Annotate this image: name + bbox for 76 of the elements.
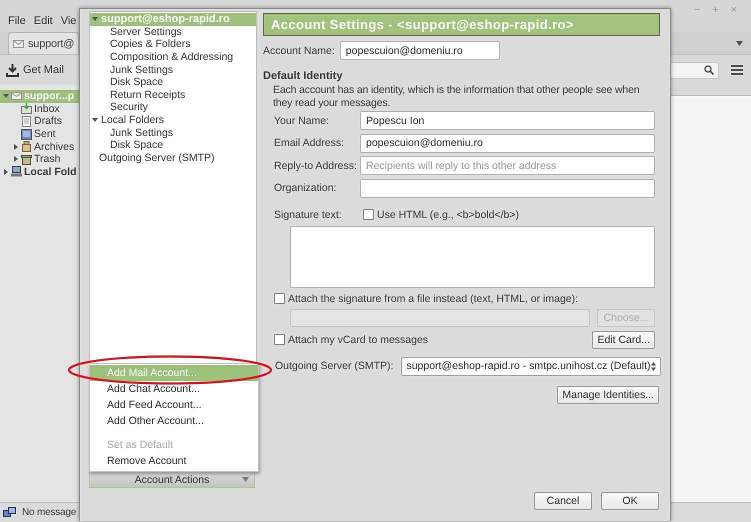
tree-item[interactable]: Security xyxy=(108,101,256,114)
tree-item[interactable]: Local Folders xyxy=(90,114,256,126)
server-dropdown[interactable]: support@eshop-rapid.ro - smtpc.unihost.cz (Default) xyxy=(401,356,661,376)
inbox-icon xyxy=(21,103,32,114)
expanded-triangle-icon[interactable] xyxy=(3,93,9,100)
menu-item[interactable]: Add Chat Account... xyxy=(90,381,258,397)
monitor-icon xyxy=(21,128,32,140)
folder-item[interactable]: Trash xyxy=(10,152,80,166)
checkbox[interactable] xyxy=(363,209,374,220)
tree-item[interactable]: Return Receipts xyxy=(108,88,256,102)
tree-item[interactable]: Junk Settings xyxy=(108,126,256,139)
envelope-icon xyxy=(11,90,22,102)
checkbox-label: Use HTML (e.g., <b>bold</b>) xyxy=(377,208,520,220)
envelope-icon xyxy=(13,40,24,48)
trash-icon xyxy=(21,154,32,165)
file-path-field[interactable] xyxy=(290,308,590,326)
checkbox-label: Attach the signature from a file instead (text, HTML, or image): xyxy=(288,292,578,304)
dialog-button[interactable]: Cancel xyxy=(534,492,592,510)
folder-item[interactable]: Drafts xyxy=(10,115,80,128)
menu-item[interactable]: Remove Account xyxy=(90,453,258,469)
caret-icon xyxy=(242,477,249,482)
checkbox[interactable] xyxy=(274,293,285,304)
document-icon xyxy=(21,116,32,127)
search-icon xyxy=(704,65,714,75)
account-actions-button[interactable]: Account Actions xyxy=(89,471,255,488)
folder-item[interactable]: Inbox xyxy=(10,102,80,116)
menu-item[interactable]: Add Other Account... xyxy=(90,413,258,429)
tree-item[interactable]: Outgoing Server (SMTP) xyxy=(90,152,256,164)
collapsed-triangle-icon[interactable] xyxy=(13,144,19,150)
signature-text-area[interactable] xyxy=(290,226,655,288)
input-field[interactable] xyxy=(360,178,655,198)
menu-item[interactable]: Add Feed Account... xyxy=(90,397,258,413)
tree-item[interactable]: Composition & Addressing xyxy=(108,50,256,64)
field-label: Your Name: xyxy=(273,114,330,126)
computer-icon xyxy=(11,166,22,178)
edit-card-button[interactable]: Edit Card... xyxy=(592,330,655,348)
input-field[interactable]: Recipients will reply to this other address xyxy=(360,156,655,175)
field-label: Email Address: xyxy=(273,137,346,149)
page-header: Account Settings - <support@eshop-rapid.ro> xyxy=(263,13,660,36)
tab[interactable]: support@ xyxy=(8,32,80,54)
description-text: Each account has an identity, which is the information that other people see when they read your messages. xyxy=(273,84,640,109)
get-mail-button[interactable]: Get Mail xyxy=(6,64,64,76)
folder-item[interactable]: Archives xyxy=(10,140,80,153)
folder-item[interactable]: Local Fold xyxy=(0,166,80,178)
input-field[interactable]: popescuion@domeniu.ro xyxy=(360,134,655,152)
menu-icon[interactable] xyxy=(731,65,743,75)
ok-button[interactable]: OK xyxy=(601,492,659,510)
tree-item[interactable]: Server Settings xyxy=(108,26,256,38)
tree-item[interactable]: Disk Space xyxy=(108,138,256,152)
field-label: Signature text: xyxy=(273,208,343,220)
spinner-arrows-icon xyxy=(650,362,656,370)
account-name-field[interactable]: popescuion@domeniu.ro xyxy=(340,41,500,60)
checkbox-label: Attach my vCard to messages xyxy=(288,334,428,346)
expanded-triangle-icon[interactable] xyxy=(92,16,98,22)
field-label: Account Name: xyxy=(263,44,335,56)
menu-item[interactable]: Vie xyxy=(60,15,76,27)
status-text: No message xyxy=(22,507,76,518)
field-label: Outgoing Server (SMTP): xyxy=(275,360,394,372)
collapsed-triangle-icon[interactable] xyxy=(3,168,9,175)
menu-item[interactable]: Edit xyxy=(34,15,53,27)
field-label: Organization: xyxy=(273,182,338,194)
menu-item[interactable]: File xyxy=(8,15,26,27)
box-icon xyxy=(21,141,32,152)
folder-item[interactable]: Sent xyxy=(10,128,80,140)
collapsed-triangle-icon[interactable] xyxy=(13,156,19,162)
input-field[interactable]: Popescu Ion xyxy=(360,111,655,130)
checkbox[interactable] xyxy=(274,334,285,345)
manage-identities-button[interactable]: Manage Identities... xyxy=(557,386,659,404)
tree-item[interactable]: Junk Settings xyxy=(108,63,256,76)
download-icon xyxy=(6,64,19,76)
expanded-triangle-icon[interactable] xyxy=(92,117,98,124)
caret-icon[interactable] xyxy=(736,40,743,46)
section-heading: Default Identity xyxy=(263,70,344,82)
field-label: Reply-to Address: xyxy=(273,160,358,172)
tree-item[interactable]: Disk Space xyxy=(108,76,256,89)
tree-item[interactable]: Copies & Folders xyxy=(108,38,256,51)
